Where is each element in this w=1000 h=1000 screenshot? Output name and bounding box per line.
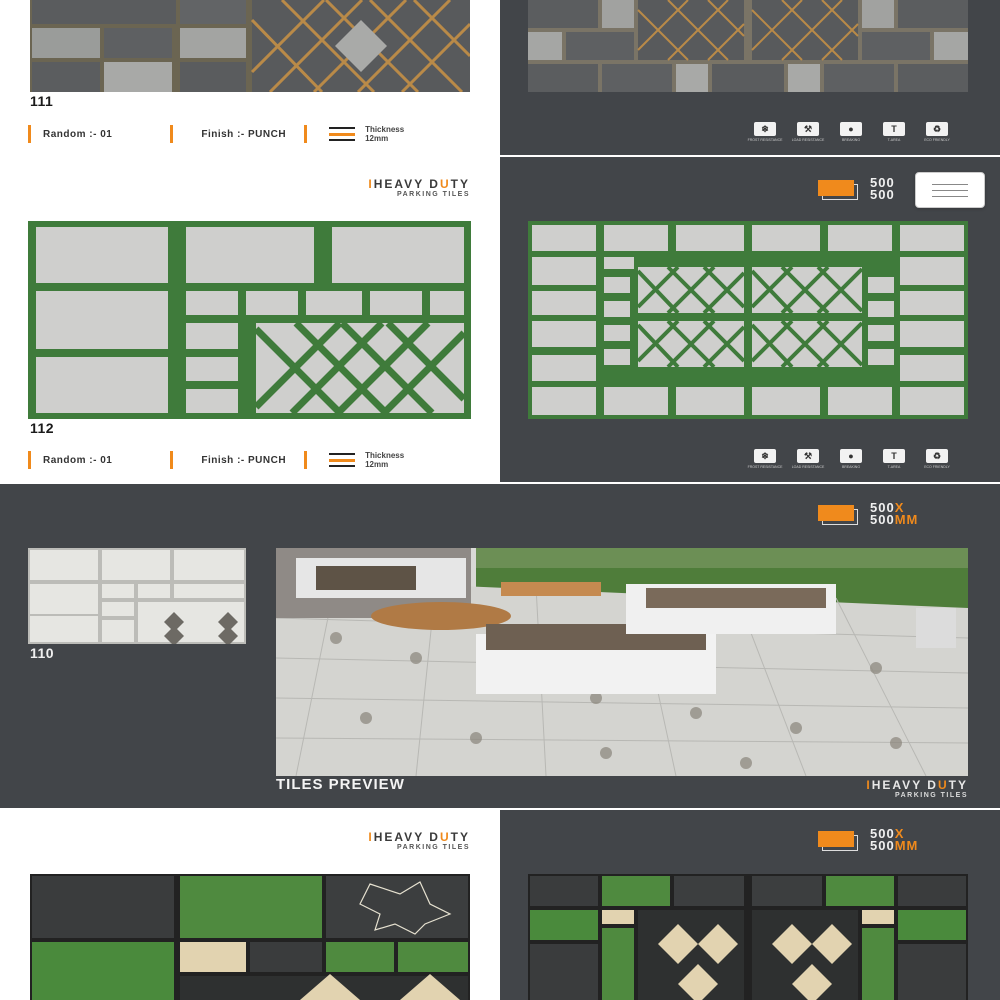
feature-icons: ❄ FROST RESISTANCE ⚒ LOAD RESISTANCE ● BREA… (747, 122, 952, 142)
load-resistance-icon: ⚒ LOAD RESISTANCE (791, 449, 825, 469)
section-next: IHEAVY DUTY PARKING TILES 500X 500MM (0, 810, 1000, 1000)
tile-code: 112 (30, 420, 55, 436)
thickness-label: Thickness (365, 451, 405, 460)
section-110: 500X 500MM 110 TILES PREVIEW IHEAVY DUTY… (0, 484, 1000, 808)
thickness-icon (329, 127, 356, 141)
menu-line-icon (932, 189, 968, 191)
size-text: 500 500 (870, 175, 895, 202)
size-icon (818, 180, 858, 200)
spec-row: Random :- 01 Finish :- PUNCH Thickness 1… (28, 124, 478, 144)
random-label: Random :- 01 (43, 454, 113, 466)
tile-next-layout-preview[interactable] (528, 874, 968, 1000)
section-next-right: 500X 500MM (500, 810, 1000, 1000)
tile-code: 110 (30, 645, 55, 661)
size-text: 500X 500MM (870, 826, 919, 853)
section-111: 111 Random :- 01 Finish :- PUNCH Thickne… (0, 0, 1000, 155)
spec-divider (170, 451, 174, 469)
brand-logo: IHEAVY DUTY PARKING TILES (368, 177, 470, 198)
size-badge: 500X 500MM (818, 500, 919, 527)
tile-111-image[interactable] (30, 0, 470, 92)
eco-friendly-icon: ♻ ECO FRIENDLY (924, 449, 950, 469)
frost-resistance-icon: ❄ FROST RESISTANCE (747, 449, 783, 469)
frost-resistance-icon: ❄ FROST RESISTANCE (747, 122, 783, 142)
spec-divider (28, 125, 31, 143)
size-icon (818, 831, 858, 851)
thickness-value: 12mm (365, 134, 389, 143)
spec-divider (28, 451, 31, 469)
spec-row: Random :- 01 Finish :- PUNCH Thickness 1… (28, 450, 478, 470)
breaking-icon: ● BREAKING (840, 449, 862, 469)
feature-icons: ❄ FROST RESISTANCE ⚒ LOAD RESISTANCE ● BREA… (747, 449, 952, 469)
thickness-value: 12mm (365, 460, 389, 469)
load-resistance-icon: ⚒ LOAD RESISTANCE (791, 122, 825, 142)
tiles-preview-photo[interactable] (276, 548, 968, 776)
breaking-icon: ● BREAKING (840, 122, 862, 142)
catalog-page: 111 Random :- 01 Finish :- PUNCH Thickne… (0, 0, 1000, 1000)
hamburger-menu-button[interactable] (915, 172, 985, 208)
section-next-left: IHEAVY DUTY PARKING TILES (0, 810, 500, 1000)
tile-next-image[interactable] (30, 874, 470, 1000)
thickness-text: Thickness 12mm (365, 451, 404, 469)
t-area-icon: T T-AREA (879, 449, 909, 469)
thickness-text: Thickness 12mm (365, 125, 404, 143)
size-icon (818, 505, 858, 525)
size-badge-partial: 500 500 (818, 175, 895, 202)
section-111-right: ❄ FROST RESISTANCE ⚒ LOAD RESISTANCE ● BREA… (500, 0, 1000, 155)
menu-line-icon (932, 195, 968, 197)
eco-friendly-icon: ♻ ECO FRIENDLY (924, 122, 950, 142)
tile-112-layout-preview[interactable] (528, 221, 968, 419)
spec-divider (170, 125, 174, 143)
t-area-icon: T T-AREA (879, 122, 909, 142)
menu-line-icon (932, 183, 968, 185)
section-111-left: 111 Random :- 01 Finish :- PUNCH Thickne… (0, 0, 500, 155)
random-label: Random :- 01 (43, 128, 113, 140)
size-badge: 500X 500MM (818, 826, 919, 853)
thickness-label: Thickness (365, 125, 405, 134)
brand-logo: IHEAVY DUTY PARKING TILES (368, 830, 470, 851)
tile-111-layout-preview[interactable] (528, 0, 968, 92)
tile-112-image[interactable] (28, 221, 471, 419)
thickness-icon (329, 453, 356, 467)
spec-divider (304, 451, 308, 469)
tile-code: 111 (30, 93, 54, 109)
tile-110-image[interactable] (28, 548, 246, 644)
size-text: 500X 500MM (870, 500, 919, 527)
section-112: IHEAVY DUTY PARKING TILES 112 Random:- … (0, 157, 1000, 482)
spec-divider (304, 125, 308, 143)
tiles-preview-title: TILES PREVIEW (276, 776, 405, 793)
finish-label: Finish :- PUNCH (201, 454, 287, 466)
finish-label: Finish :- PUNCH (201, 128, 287, 140)
section-112-left: IHEAVY DUTY PARKING TILES 112 Random:- … (0, 157, 500, 482)
brand-logo: IHEAVY DUTY PARKING TILES (866, 778, 968, 799)
